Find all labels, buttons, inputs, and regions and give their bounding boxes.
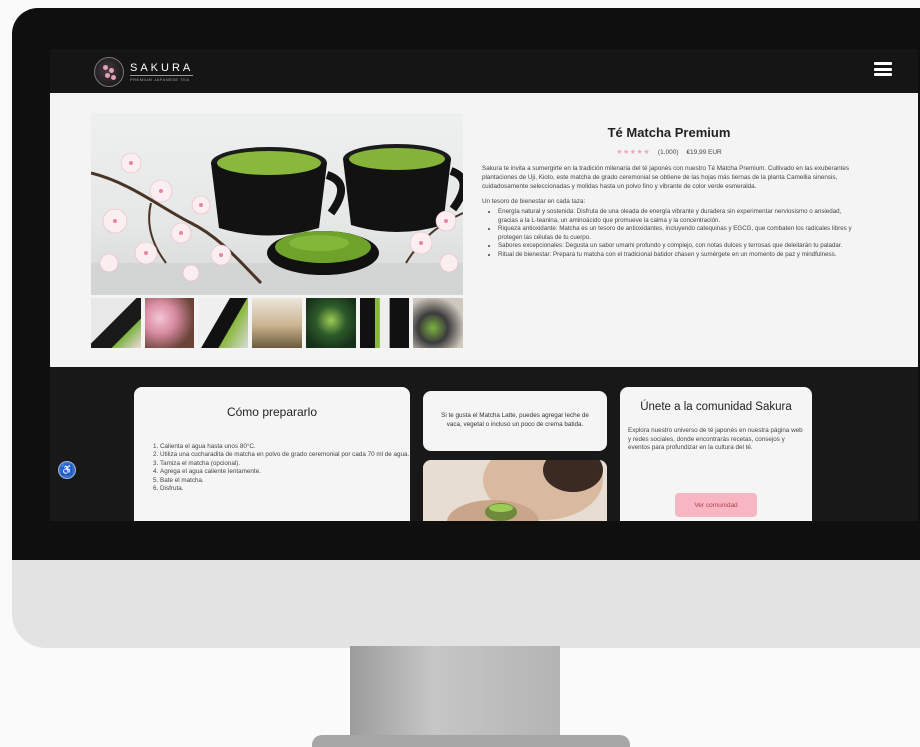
product-price: €19,99 EUR [686, 149, 722, 156]
community-card: Únete a la comunidad Sakura Explora nues… [620, 387, 812, 521]
product-thumbnails [91, 298, 464, 348]
accessibility-icon[interactable]: ♿ [58, 461, 76, 479]
brand-logo[interactable]: SAKURA PREMIUM JAPANESE TEA [94, 56, 206, 88]
thumbnail-2[interactable] [144, 298, 195, 348]
product-main-image[interactable] [91, 113, 463, 295]
latte-tip-text: Si te gusta el Matcha Latte, puedes agre… [441, 412, 589, 428]
list-item: Sabores excepcionales: Degusta un sabor … [498, 242, 856, 251]
list-item: Tamiza el matcha (opcional). [160, 460, 410, 468]
thumbnail-3[interactable] [198, 298, 249, 348]
preparation-title: Cómo prepararlo [226, 405, 318, 419]
website-screen: SAKURA PREMIUM JAPANESE TEA Té Matcha Pr… [50, 49, 918, 521]
hamburger-menu-icon[interactable] [874, 60, 892, 78]
thumbnail-6[interactable] [359, 298, 410, 348]
product-info: Té Matcha Premium ★★★★★ (1.000) €19,99 E… [482, 125, 856, 260]
brand-name: SAKURA [130, 62, 194, 76]
product-title: Té Matcha Premium [607, 125, 731, 140]
thumbnail-7[interactable] [413, 298, 464, 348]
thumbnail-1[interactable] [91, 298, 141, 348]
monitor-stand [350, 646, 560, 743]
top-navbar: SAKURA PREMIUM JAPANESE TEA [50, 49, 918, 93]
community-text: Explora nuestro universo de té japonés e… [628, 427, 803, 452]
tea-drinking-photo [423, 460, 607, 521]
preparation-card: Cómo prepararlo Calienta el agua hasta u… [134, 387, 410, 521]
product-description: Sakura te invita a sumergirte en la trad… [482, 165, 850, 190]
matcha-cups-image [91, 144, 463, 295]
list-item: Utiliza una cucharadita de matcha en pol… [160, 451, 410, 459]
view-community-button[interactable]: Ver comunidad [675, 493, 757, 517]
monitor-stand-base [312, 735, 630, 747]
benefits-list: Energía natural y sostenida: Disfruta de… [482, 208, 856, 260]
list-item: Ritual de bienestar: Prepara tu matcha c… [498, 251, 856, 260]
rating-count: (1.000) [657, 149, 679, 156]
rating-row: ★★★★★ (1.000) €19,99 EUR [482, 148, 856, 156]
info-section: Cómo prepararlo Calienta el agua hasta u… [50, 367, 918, 521]
benefits-title: Un tesoro de bienestar en cada taza: [482, 198, 586, 205]
thumbnail-5[interactable] [305, 298, 356, 348]
brand-tagline: PREMIUM JAPANESE TEA [130, 77, 190, 82]
product-section: Té Matcha Premium ★★★★★ (1.000) €19,99 E… [50, 93, 918, 367]
cherry-blossom-logo-icon [94, 57, 124, 87]
list-item: Bate el matcha. [160, 477, 410, 485]
list-item: Energía natural y sostenida: Disfruta de… [498, 208, 856, 225]
latte-tip-card: Si te gusta el Matcha Latte, puedes agre… [423, 391, 607, 451]
thumbnail-4[interactable] [252, 298, 302, 348]
preparation-steps: Calienta el agua hasta unos 80°C. Utiliz… [134, 443, 410, 493]
community-title: Únete a la comunidad Sakura [640, 401, 792, 413]
star-icon: ★★★★★ [616, 149, 651, 156]
list-item: Calienta el agua hasta unos 80°C. [160, 443, 410, 451]
list-item: Riqueza antioxidante: Matcha es un tesor… [498, 225, 856, 242]
list-item: Agrega el agua caliente lentamente. [160, 468, 410, 476]
list-item: Disfruta. [160, 485, 410, 493]
